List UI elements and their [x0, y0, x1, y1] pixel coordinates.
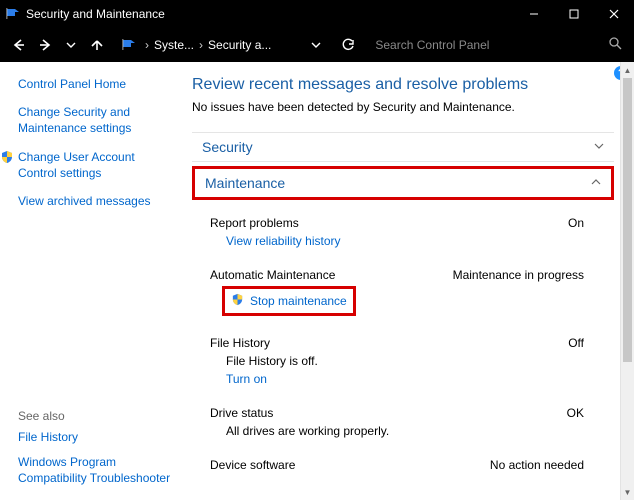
sidebar-wpct[interactable]: Windows Program Compatibility Troublesho…: [18, 454, 176, 486]
chevron-right-icon: ›: [196, 38, 206, 52]
window-title: Security and Maintenance: [26, 7, 165, 21]
link-stop-maintenance[interactable]: Stop maintenance: [222, 286, 356, 316]
refresh-button[interactable]: [335, 32, 361, 58]
forward-button[interactable]: [32, 32, 58, 58]
row-label: File History: [210, 336, 270, 350]
row-value: On: [568, 216, 584, 230]
section-label: Security: [202, 139, 253, 155]
row-sub: File History is off.: [210, 354, 614, 368]
row-value: No action needed: [490, 458, 584, 472]
sidebar-view-archived[interactable]: View archived messages: [18, 193, 176, 209]
address-dropdown-button[interactable]: [303, 32, 329, 58]
breadcrumb-system[interactable]: Syste...: [152, 38, 196, 52]
item-file-history: File History Off File History is off. Tu…: [192, 324, 614, 394]
maximize-button[interactable]: [554, 0, 594, 28]
row-label: Report problems: [210, 216, 299, 230]
sidebar-file-history[interactable]: File History: [18, 429, 176, 445]
scroll-down-button[interactable]: ▼: [621, 484, 634, 500]
minimize-button[interactable]: [514, 0, 554, 28]
row-label: Automatic Maintenance: [210, 268, 335, 282]
link-view-reliability-history[interactable]: View reliability history: [210, 234, 614, 248]
section-security-header[interactable]: Security: [192, 132, 614, 162]
section-label: Maintenance: [205, 175, 285, 191]
content-pane: ? Review recent messages and resolve pro…: [186, 62, 634, 500]
item-drive-status: Drive status OK All drives are working p…: [192, 394, 614, 446]
row-label: Drive status: [210, 406, 273, 420]
search-input[interactable]: [371, 33, 628, 57]
sidebar-change-uac-settings[interactable]: Change User Account Control settings: [18, 149, 176, 181]
row-sub: All drives are working properly.: [210, 424, 614, 438]
section-maintenance-header[interactable]: Maintenance: [192, 166, 614, 200]
row-value: OK: [567, 406, 584, 420]
uac-shield-icon: [231, 293, 244, 309]
security-flag-icon: [6, 7, 20, 21]
up-button[interactable]: [84, 32, 110, 58]
item-report-problems: Report problems On View reliability hist…: [192, 204, 614, 256]
item-automatic-maintenance: Automatic Maintenance Maintenance in pro…: [192, 256, 614, 324]
search-box[interactable]: [371, 33, 628, 57]
scroll-track[interactable]: [621, 78, 634, 484]
sidebar-control-panel-home[interactable]: Control Panel Home: [18, 76, 176, 92]
sidebar-change-security-settings[interactable]: Change Security and Maintenance settings: [18, 104, 176, 136]
item-device-software: Device software No action needed: [192, 446, 614, 480]
scroll-up-button[interactable]: ▲: [621, 62, 634, 78]
search-icon[interactable]: [609, 37, 622, 53]
chevron-up-icon: [591, 177, 601, 190]
see-also-heading: See also: [18, 409, 176, 423]
row-value: Off: [568, 336, 584, 350]
scroll-thumb[interactable]: [623, 78, 632, 362]
link-turn-on-file-history[interactable]: Turn on: [210, 372, 614, 386]
page-title: Review recent messages and resolve probl…: [192, 76, 614, 94]
sidebar: Control Panel Home Change Security and M…: [0, 62, 186, 500]
address-bar[interactable]: › Syste... › Security a...: [118, 32, 329, 58]
row-label: Device software: [210, 458, 295, 472]
chevron-down-icon: [594, 141, 604, 154]
close-button[interactable]: [594, 0, 634, 28]
security-flag-icon: [122, 38, 136, 52]
row-value: Maintenance in progress: [453, 268, 584, 282]
uac-shield-icon: [0, 150, 14, 168]
breadcrumb-security[interactable]: Security a...: [206, 38, 273, 52]
navbar: › Syste... › Security a...: [0, 28, 634, 62]
link-label: Stop maintenance: [250, 294, 347, 308]
back-button[interactable]: [6, 32, 32, 58]
sidebar-item-label: Change User Account Control settings: [18, 150, 135, 180]
chevron-right-icon: ›: [142, 38, 152, 52]
recent-locations-button[interactable]: [58, 32, 84, 58]
page-subtitle: No issues have been detected by Security…: [192, 100, 614, 114]
titlebar: Security and Maintenance: [0, 0, 634, 28]
vertical-scrollbar[interactable]: ▲ ▼: [620, 62, 634, 500]
